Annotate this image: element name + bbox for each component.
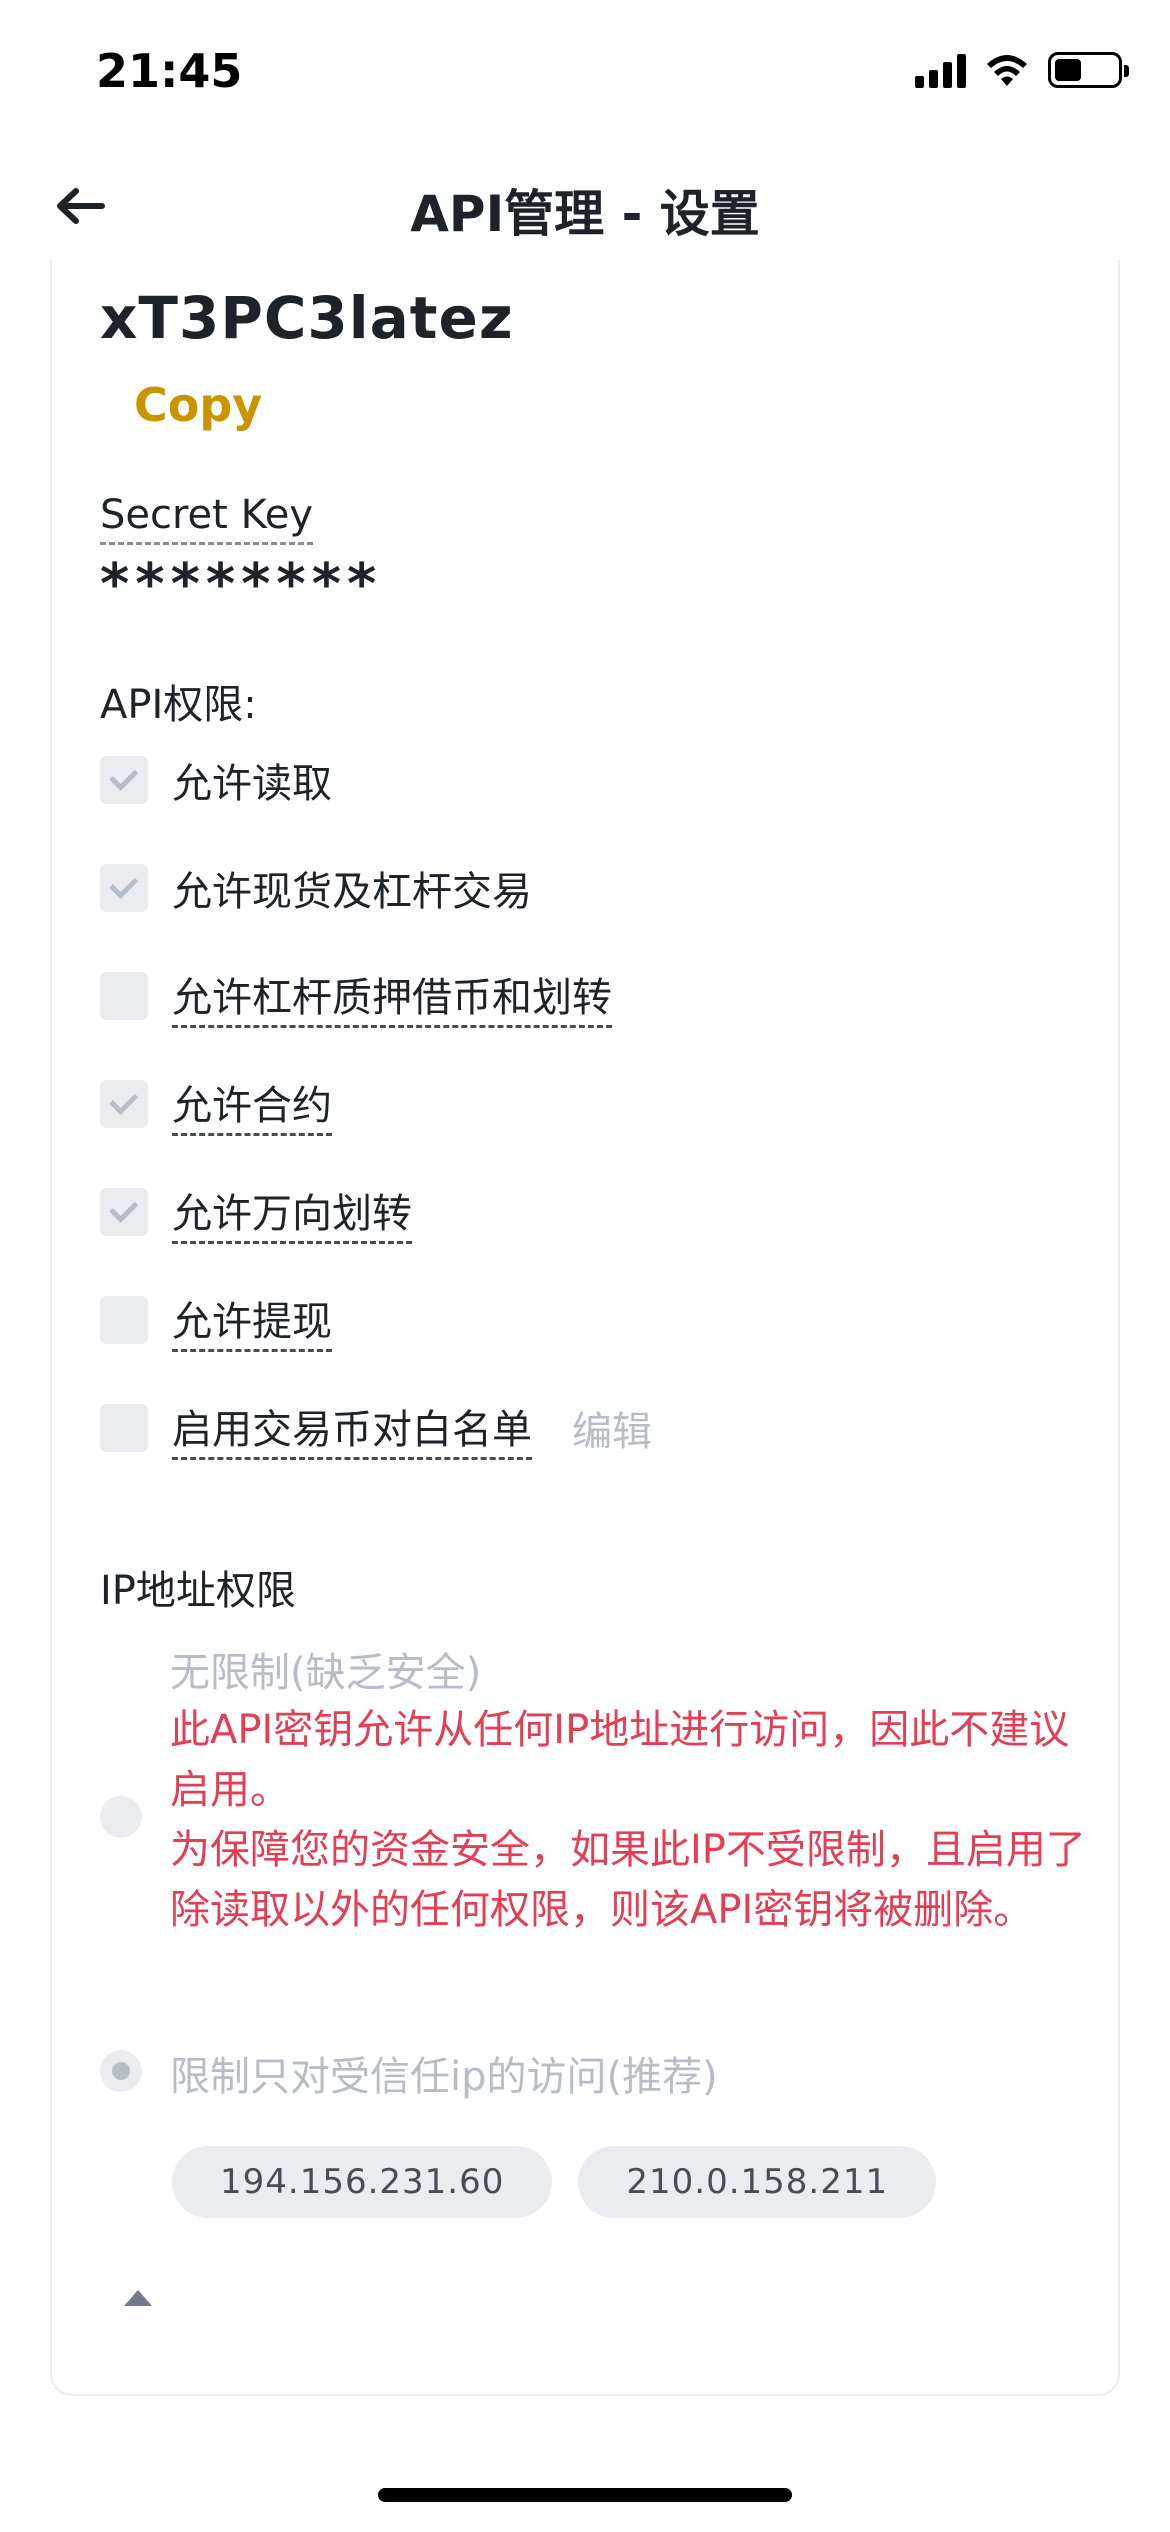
checkbox-withdrawals[interactable] bbox=[100, 1296, 148, 1344]
permission-label: 允许读取 bbox=[172, 761, 332, 807]
api-key-value: xT3PC3latez bbox=[100, 284, 514, 352]
wifi-icon bbox=[987, 55, 1027, 86]
ip-tag[interactable]: 194.156.231.60 bbox=[172, 2146, 553, 2218]
permission-universal-transfer[interactable]: 允许万向划转 bbox=[100, 1184, 412, 1244]
status-time: 21:45 bbox=[96, 44, 243, 98]
permission-label[interactable]: 允许万向划转 bbox=[172, 1181, 412, 1244]
permission-label[interactable]: 启用交易币对白名单 bbox=[172, 1397, 532, 1460]
radio-restricted[interactable] bbox=[100, 2050, 142, 2092]
permission-symbol-whitelist[interactable]: 启用交易币对白名单 编辑 bbox=[100, 1399, 652, 1460]
checkbox-spot-margin-trading[interactable] bbox=[100, 864, 148, 912]
edit-whitelist-link[interactable]: 编辑 bbox=[572, 1399, 652, 1457]
permission-label[interactable]: 允许提现 bbox=[172, 1289, 332, 1352]
permission-read[interactable]: 允许读取 bbox=[100, 752, 332, 808]
page-title: API管理 - 设置 bbox=[410, 185, 760, 243]
status-icons bbox=[915, 52, 1129, 88]
checkbox-futures[interactable] bbox=[100, 1080, 148, 1128]
secret-key-value: ******** bbox=[100, 552, 383, 617]
trusted-ip-list: 194.156.231.60 210.0.158.211 bbox=[172, 2146, 937, 2218]
ip-access-title: IP地址权限 bbox=[100, 1568, 296, 1614]
checkbox-read[interactable] bbox=[100, 756, 148, 804]
warning-line-1: 此API密钥允许从任何IP地址进行访问，因此不建议启用。 bbox=[170, 1707, 1070, 1813]
permission-margin-loan-transfer[interactable]: 允许杠杆质押借币和划转 bbox=[100, 968, 612, 1028]
ip-tag[interactable]: 210.0.158.211 bbox=[578, 2146, 937, 2218]
unrestricted-label: 无限制(缺乏安全) bbox=[170, 1650, 482, 1696]
restricted-label: 限制只对受信任ip的访问(推荐) bbox=[170, 2054, 718, 2100]
radio-unrestricted[interactable] bbox=[100, 1796, 142, 1838]
battery-icon bbox=[1048, 52, 1129, 88]
home-indicator[interactable] bbox=[378, 2488, 792, 2502]
unrestricted-warning: 此API密钥允许从任何IP地址进行访问，因此不建议启用。 为保障您的资金安全，如… bbox=[170, 1700, 1090, 1940]
permission-spot-margin-trading[interactable]: 允许现货及杠杆交易 bbox=[100, 860, 532, 916]
permission-label[interactable]: 允许杠杆质押借币和划转 bbox=[172, 965, 612, 1028]
permission-label: 允许现货及杠杆交易 bbox=[172, 869, 532, 915]
collapse-caret-icon[interactable] bbox=[124, 2290, 152, 2306]
permission-label[interactable]: 允许合约 bbox=[172, 1073, 332, 1136]
checkbox-margin-loan-transfer[interactable] bbox=[100, 972, 148, 1020]
checkbox-symbol-whitelist[interactable] bbox=[100, 1404, 148, 1452]
cellular-signal-icon bbox=[915, 52, 966, 88]
permission-futures[interactable]: 允许合约 bbox=[100, 1076, 332, 1136]
copy-button[interactable]: Copy bbox=[134, 378, 262, 432]
api-permissions-title: API权限: bbox=[100, 682, 257, 728]
permission-withdrawals[interactable]: 允许提现 bbox=[100, 1292, 332, 1352]
warning-line-2: 为保障您的资金安全，如果此IP不受限制，且启用了除读取以外的任何权限，则该API… bbox=[170, 1827, 1086, 1933]
secret-key-label[interactable]: Secret Key bbox=[100, 492, 314, 545]
api-settings-card: xT3PC3latez Copy Secret Key ******** API… bbox=[50, 260, 1120, 2396]
checkbox-universal-transfer[interactable] bbox=[100, 1188, 148, 1236]
